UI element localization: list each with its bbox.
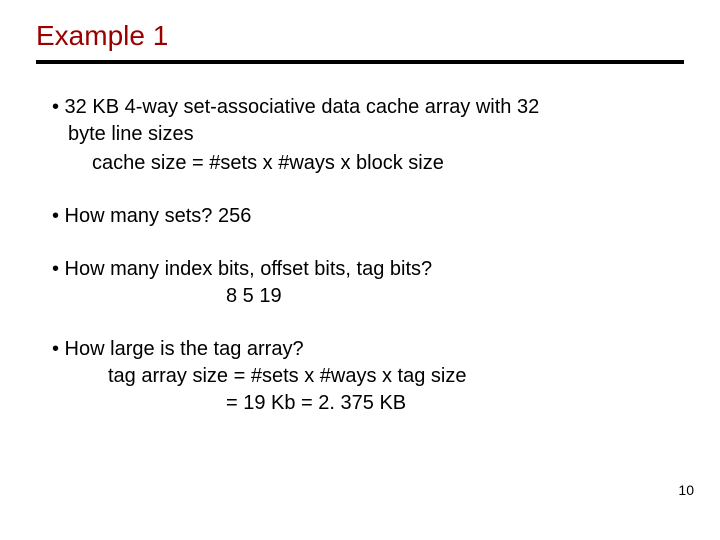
- slide-body: • 32 KB 4-way set-associative data cache…: [36, 94, 684, 417]
- tag-array-formula: tag array size = #sets x #ways x tag siz…: [36, 363, 684, 390]
- bullet-text: • How large is the tag array?: [36, 336, 684, 363]
- page-number: 10: [678, 482, 694, 498]
- bullet-tag-array: • How large is the tag array? tag array …: [36, 336, 684, 417]
- bullet-cache-spec: • 32 KB 4-way set-associative data cache…: [36, 94, 684, 148]
- bullet-sets: • How many sets? 256: [36, 203, 684, 230]
- title-divider: [36, 60, 684, 64]
- tag-array-result: = 19 Kb = 2. 375 KB: [36, 390, 684, 417]
- bullet-text: byte line sizes: [36, 121, 684, 148]
- slide-title: Example 1: [36, 20, 684, 52]
- bullet-text: • How many sets? 256: [36, 203, 684, 230]
- cache-size-formula: cache size = #sets x #ways x block size: [36, 150, 684, 177]
- slide: Example 1 • 32 KB 4-way set-associative …: [0, 0, 720, 540]
- bullet-text: • How many index bits, offset bits, tag …: [36, 256, 684, 283]
- bullet-text: • 32 KB 4-way set-associative data cache…: [36, 94, 684, 121]
- bullet-bits: • How many index bits, offset bits, tag …: [36, 256, 684, 310]
- bullet-answer: 8 5 19: [36, 283, 684, 310]
